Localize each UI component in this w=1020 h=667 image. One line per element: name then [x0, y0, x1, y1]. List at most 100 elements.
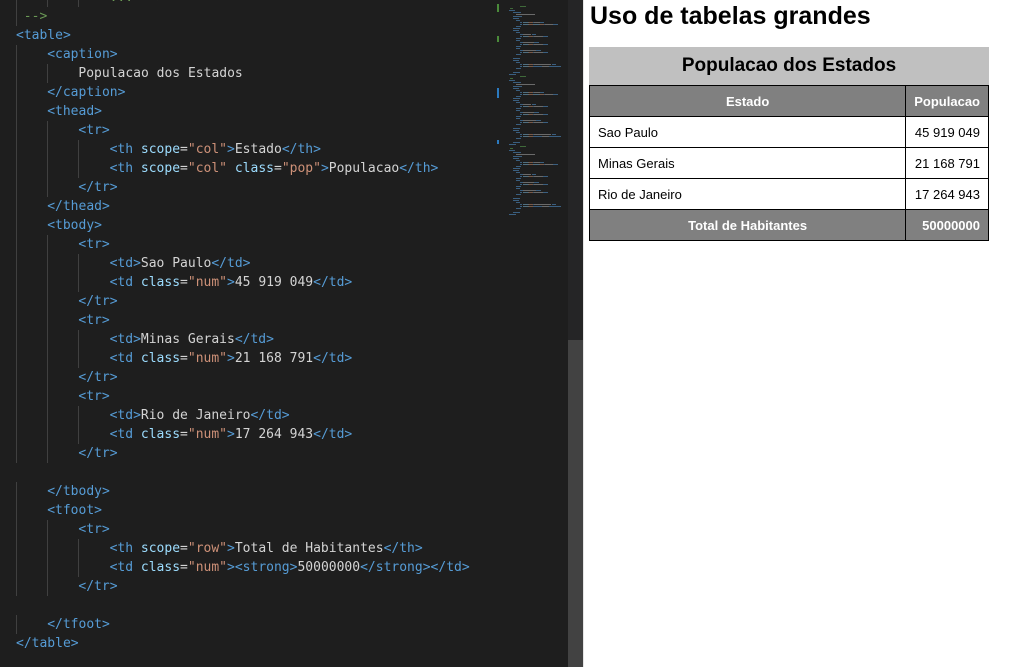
indent-guide: [16, 102, 17, 121]
code-token: </table>: [16, 636, 79, 651]
minimap-line: [531, 104, 536, 105]
code-token: <table>: [16, 28, 71, 43]
code-token: "pop": [281, 161, 321, 176]
code-token: "num": [187, 351, 228, 366]
indent-guide: [47, 406, 49, 425]
code-line[interactable]: -->: [0, 7, 495, 26]
code-line[interactable]: <tr>: [0, 121, 495, 140]
minimap-line: [543, 184, 548, 185]
code-area[interactable]: ... --> --> <table> <caption> Populacao dos …: [0, 0, 495, 653]
code-line[interactable]: <td>Rio de Janeiro</td>: [0, 406, 495, 425]
minimap-line: [512, 156, 522, 157]
minimap-line: [534, 114, 544, 115]
code-token: <tfoot>: [47, 503, 102, 518]
code-text: <th scope="col" class="pop">Populacao</t…: [110, 159, 439, 178]
code-token: <td: [109, 351, 134, 366]
minimap-line: [519, 146, 527, 147]
code-line[interactable]: </tr>: [0, 178, 495, 197]
minimap-line: [512, 98, 520, 99]
code-text: <th scope="row">Total de Habitantes</th>: [110, 539, 423, 558]
code-line[interactable]: </tfoot>: [0, 615, 495, 634]
minimap-line: [534, 42, 539, 43]
code-line[interactable]: </tr>: [0, 444, 495, 463]
table-footer-row: Total de Habitantes 50000000: [588, 209, 989, 241]
code-line[interactable]: <tr>: [0, 311, 495, 330]
code-line[interactable]: <th scope="col">Estado</th>: [0, 140, 495, 159]
code-token: Sao Paulo: [140, 256, 212, 271]
minimap-line: [512, 16, 522, 17]
code-line[interactable]: <thead>: [0, 102, 495, 121]
indent-guide: [16, 45, 17, 64]
editor-scrollbar-thumb[interactable]: [568, 340, 583, 667]
code-line[interactable]: [0, 463, 495, 482]
code-line[interactable]: [0, 596, 495, 615]
code-token: Minas Gerais: [140, 332, 235, 347]
minimap-line: [543, 192, 548, 193]
code-line[interactable]: <td class="num">21 168 791</td>: [0, 349, 495, 368]
minimap-line: [512, 60, 519, 61]
code-line[interactable]: <td>Minas Gerais</td>: [0, 330, 495, 349]
minimap-line: [534, 192, 544, 193]
minimap-line: [516, 180, 520, 181]
minimap-line: [512, 170, 519, 171]
minimap-line: [512, 86, 522, 87]
code-line[interactable]: <td>Sao Paulo</td>: [0, 254, 495, 273]
indent-guide: [78, 273, 80, 292]
code-line[interactable]: <tbody>: [0, 216, 495, 235]
code-line[interactable]: </tr>: [0, 577, 495, 596]
code-token: <tbody>: [47, 218, 102, 233]
code-line[interactable]: </tbody>: [0, 482, 495, 501]
code-line[interactable]: <td class="num">45 919 049</td>: [0, 273, 495, 292]
indent-guide: [16, 235, 17, 254]
minimap-line: [541, 136, 549, 137]
code-line[interactable]: <tr>: [0, 387, 495, 406]
code-line[interactable]: </caption>: [0, 83, 495, 102]
code-line[interactable]: <tr>: [0, 520, 495, 539]
code-token: "col": [187, 142, 228, 157]
indent-guide: [16, 520, 17, 539]
code-token: =: [180, 351, 188, 366]
code-line[interactable]: <td class="num">17 264 943</td>: [0, 425, 495, 444]
code-token: </tbody>: [47, 484, 110, 499]
indent-guide: [16, 216, 17, 235]
minimap-line: [516, 46, 521, 47]
minimap-line: [512, 82, 521, 83]
minimap-line: [516, 38, 521, 39]
code-line[interactable]: <td class="num"><strong>50000000</strong…: [0, 558, 495, 577]
code-line[interactable]: <caption>: [0, 45, 495, 64]
gutter-change-marker: [497, 140, 499, 144]
code-line[interactable]: </tr>: [0, 368, 495, 387]
minimap-line: [516, 124, 521, 125]
indent-guide: [16, 83, 17, 102]
minimap-line: [541, 66, 549, 67]
code-text: </caption>: [47, 83, 125, 102]
minimap-line: [548, 136, 557, 137]
code-line[interactable]: <tfoot>: [0, 501, 495, 520]
minimap-line: [516, 96, 521, 97]
code-line[interactable]: <th scope="row">Total de Habitantes</th>: [0, 539, 495, 558]
code-token: scope: [133, 142, 181, 157]
minimap-line: [551, 134, 556, 135]
code-token: >: [227, 427, 235, 442]
minimap-line: [534, 122, 544, 123]
code-line[interactable]: </thead>: [0, 197, 495, 216]
indent-guide: [78, 0, 80, 7]
minimap-line: [545, 24, 554, 25]
minimap[interactable]: [495, 0, 568, 667]
code-editor[interactable]: ... --> --> <table> <caption> Populacao dos …: [0, 0, 583, 667]
code-line[interactable]: ... -->: [0, 0, 495, 7]
footer-label: Total de Habitantes: [588, 209, 907, 241]
code-line[interactable]: <table>: [0, 26, 495, 45]
footer-total: 50000000: [905, 209, 989, 241]
code-text: </tr>: [78, 444, 117, 463]
code-line[interactable]: <th scope="col" class="pop">Populacao</t…: [0, 159, 495, 178]
indent-guide: [16, 615, 17, 634]
indent-guide: [16, 0, 17, 7]
code-line[interactable]: Populacao dos Estados: [0, 64, 495, 83]
code-line[interactable]: </tr>: [0, 292, 495, 311]
code-line[interactable]: <tr>: [0, 235, 495, 254]
code-line[interactable]: </table>: [0, 634, 495, 653]
indent-guide: [16, 64, 17, 83]
indent-guide: [16, 539, 17, 558]
code-text: </tbody>: [47, 482, 110, 501]
